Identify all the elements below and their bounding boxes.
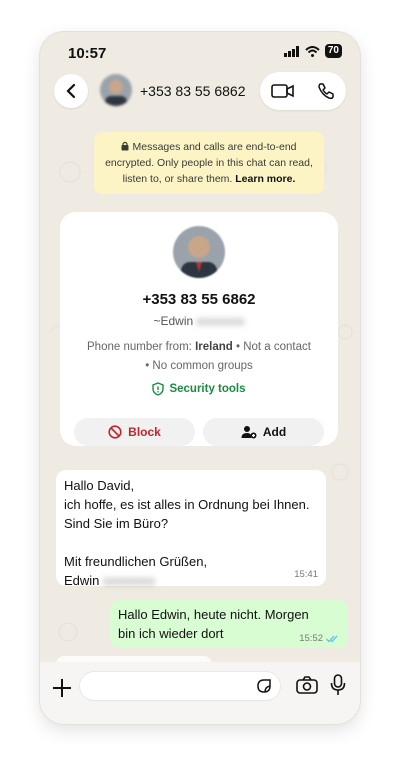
- composer-bar: [40, 662, 360, 724]
- security-label: Security tools: [169, 383, 246, 395]
- common-groups: • No common groups: [145, 360, 253, 372]
- status-time: 10:57: [68, 45, 107, 62]
- not-contact: • Not a contact: [235, 341, 311, 353]
- back-button[interactable]: [54, 74, 88, 108]
- message-line: ich hoffe, es ist alles in Ordnung bei I…: [64, 497, 310, 512]
- name-prefix: ~Edwin: [153, 314, 194, 328]
- add-contact-icon: [241, 426, 257, 439]
- message-line: Sind Sie im Büro?: [64, 516, 169, 531]
- message-input[interactable]: [80, 672, 280, 700]
- message-line: Mit freundlichen Grüßen,: [64, 554, 208, 569]
- outgoing-message[interactable]: Hallo Edwin, heute nicht. Morgen bin ich…: [110, 600, 348, 648]
- plus-icon[interactable]: [50, 676, 74, 700]
- message-line: Hallo David,: [64, 478, 135, 493]
- card-actions: Block Add: [74, 418, 324, 446]
- contact-avatar-large: [173, 226, 225, 278]
- card-meta: Phone number from: Ireland • Not a conta…: [60, 338, 338, 376]
- signal-icon: [283, 45, 299, 57]
- card-phone-number: +353 83 55 6862: [142, 291, 256, 308]
- avatar-image-large: [173, 226, 225, 278]
- block-label: Block: [128, 425, 161, 439]
- card-contact-name: ~Edwin xxxxxxxx: [60, 314, 338, 328]
- add-contact-button[interactable]: Add: [203, 418, 324, 446]
- video-call-icon[interactable]: [271, 83, 295, 99]
- signature-first-name: Edwin: [64, 573, 100, 588]
- shield-icon: [152, 382, 165, 396]
- block-button[interactable]: Block: [74, 418, 195, 446]
- outgoing-message-text: Hallo Edwin, heute nicht. Morgen bin ich…: [118, 605, 309, 643]
- learn-more-link[interactable]: Learn more.: [235, 173, 295, 185]
- country: Ireland: [195, 341, 233, 353]
- camera-icon[interactable]: [296, 676, 318, 694]
- back-icon: [66, 83, 76, 99]
- incoming-message[interactable]: Hallo David, ich hoffe, es ist alles in …: [56, 470, 326, 588]
- message-signature: Edwin xxxxxxxx: [64, 571, 309, 590]
- phone-from-label: Phone number from:: [87, 341, 192, 353]
- battery-indicator: 70: [324, 44, 342, 58]
- incoming-message-text: Hallo David, ich hoffe, es ist alles in …: [64, 476, 309, 590]
- incoming-timestamp: 15:41: [294, 569, 318, 580]
- status-bar: 10:57 70: [40, 32, 360, 72]
- phone-icon[interactable]: [317, 82, 335, 100]
- block-icon: [108, 425, 122, 439]
- avatar-image: [100, 74, 132, 106]
- redacted-surname: xxxxxxxx: [196, 314, 245, 328]
- system-icons: 70: [283, 44, 342, 58]
- sticker-icon[interactable]: [256, 678, 272, 694]
- contact-number-title[interactable]: +353 83 55 6862: [140, 83, 246, 99]
- phone-screen: 10:57 70 +353 83 55 6862 Messages and ca…: [40, 32, 360, 724]
- outgoing-timestamp: 15:52: [299, 633, 323, 644]
- security-tools-link[interactable]: Security tools: [60, 382, 338, 396]
- add-label: Add: [262, 425, 287, 439]
- contact-info-card: +353 83 55 6862 ~Edwin xxxxxxxx Phone nu…: [60, 212, 338, 446]
- message-line: Hallo Edwin, heute nicht. Morgen: [118, 607, 309, 622]
- outgoing-meta: 15:52: [299, 633, 340, 644]
- redacted-signature-surname: xxxxxxxx: [103, 573, 156, 588]
- encryption-notice[interactable]: Messages and calls are end-to-end encryp…: [94, 132, 324, 194]
- message-line: bin ich wieder dort: [118, 626, 224, 641]
- lock-icon: [121, 141, 129, 151]
- read-ticks-icon: [326, 635, 338, 642]
- mic-icon[interactable]: [330, 674, 346, 696]
- contact-avatar[interactable]: [100, 74, 132, 106]
- call-actions: [260, 72, 346, 110]
- wifi-icon: [305, 45, 320, 57]
